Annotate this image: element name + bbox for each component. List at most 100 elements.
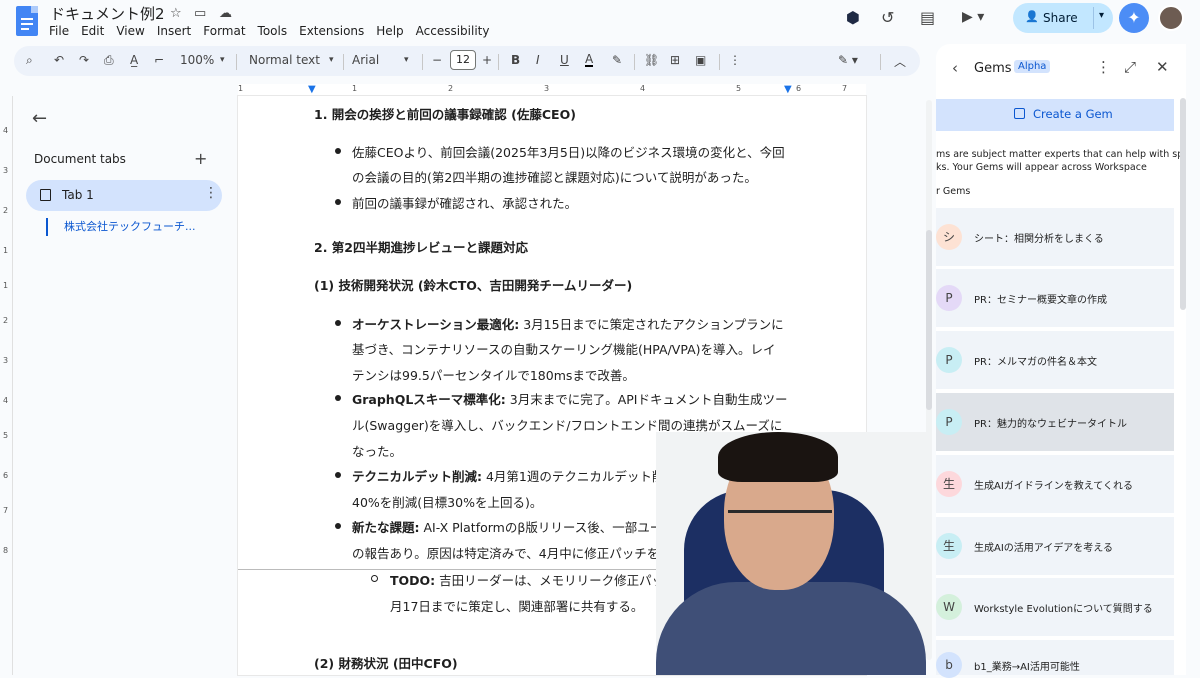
chevron-down-icon: ▾ [329,55,334,65]
gem-item[interactable]: シ シート：相関分析をしまくる [936,208,1174,266]
menu-bar: File Edit View Insert Format Tools Exten… [49,24,501,38]
menu-help[interactable]: Help [376,24,403,38]
menu-accessibility[interactable]: Accessibility [416,24,490,38]
sidebar-tab-1[interactable]: Tab 1 ⋮ [26,180,222,211]
paragraph-line: の報告あり。原因は特定済みで、4月中に修正パッチをリ [352,546,672,561]
redo-icon[interactable]: ↷ [79,53,89,67]
right-indent-marker-icon[interactable]: ▼ [784,84,792,95]
gems-scrollbar[interactable] [1180,98,1186,310]
meet-icon[interactable]: ▶ ▾ [962,9,984,25]
gem-item[interactable]: W Workstyle Evolutionについて質問する [936,578,1174,636]
add-comment-icon[interactable]: ⊞ [670,53,680,67]
paragraph-line: テンシは99.5パーセンタイルで180msまで改善。 [352,368,635,383]
font-select[interactable]: Arial [352,53,379,67]
gem-avatar: 生 [936,471,962,497]
gem-item[interactable]: P PR：魅力的なウェビナータイトル [936,393,1174,451]
spellcheck-icon[interactable]: A̲ [130,53,138,67]
menu-edit[interactable]: Edit [81,24,104,38]
formatting-toolbar: ⌕ ↶ ↷ ⎙ A̲ ⌐ 100% ▾ Normal text ▾ Arial … [14,46,920,76]
share-dropdown-icon[interactable]: ▾ [1099,10,1104,21]
close-icon[interactable]: ✕ [1156,58,1169,76]
indent-marker-icon[interactable]: ▼ [308,84,316,95]
gem-item[interactable]: P PR：セミナー概要文章の作成 [936,269,1174,327]
gem-item[interactable]: P PR：メルマガの件名＆本文 [936,331,1174,389]
document-tabs-sidebar: ← Document tabs + Tab 1 ⋮ 株式会社テックフューチ... [14,96,238,675]
extension-shield-icon[interactable]: ⬢ [846,8,860,27]
gem-item[interactable]: 生 生成AIガイドラインを教えてくれる [936,455,1174,513]
horizontal-ruler[interactable]: 1 1 2 3 4 5 6 7 ▼ ▼ [238,84,866,96]
menu-tools[interactable]: Tools [258,24,288,38]
outline-heading-item[interactable]: 株式会社テックフューチ... [46,218,216,236]
presenter-hair [718,432,838,482]
gem-item[interactable]: 生 生成AIの活用アイデアを考える [936,517,1174,575]
bullet [335,395,341,401]
text-color-icon[interactable]: A [585,53,594,67]
increase-font-size-icon[interactable]: + [482,53,492,67]
gem-avatar: b [936,652,962,678]
add-tab-icon[interactable]: + [194,149,207,168]
ruler-label: 4 [3,126,9,135]
font-size-input[interactable]: 12 [450,50,476,70]
bullet [335,148,341,154]
search-icon[interactable]: ⌕ [26,53,33,68]
ruler-label: 4 [640,84,646,93]
ruler-label: 8 [3,546,9,555]
your-gems-label: r Gems [936,186,971,197]
share-label: Share [1043,11,1078,25]
document-scrollbar[interactable] [926,100,932,660]
gem-name: シート：相関分析をしまくる [974,234,1104,245]
paragraph-line: 新たな課題: AI-X Platformのβ版リリース後、一部ユーザーか [352,520,700,535]
ruler-label: 1 [3,246,9,255]
expand-icon[interactable]: ⤢ [1124,58,1136,76]
presenter-body [656,582,926,675]
more-options-icon[interactable]: ⋮ [729,53,741,67]
gem-avatar: P [936,409,962,435]
gems-panel: ‹ Gems Alpha ⋮ ⤢ ✕ Create a Gem ms are s… [936,44,1186,678]
ruler-label: 3 [544,84,550,93]
print-icon[interactable]: ⎙ [104,53,114,68]
paragraph-style-select[interactable]: Normal text [249,53,320,67]
document-title[interactable]: ドキュメント例2 [50,3,165,24]
highlight-icon[interactable]: ✎ [612,53,622,67]
paragraph-line: 40%を削減(目標30%を上回る)。 [352,495,543,510]
version-history-icon[interactable]: ↺ [881,8,894,27]
comments-icon[interactable]: ▤ [920,8,935,27]
menu-file[interactable]: File [49,24,69,38]
zoom-select[interactable]: 100% [180,53,214,67]
heading-3: (1) 技術開発状況 (鈴木CTO、吉田開発チームリーダー) [314,278,633,293]
docs-logo-icon[interactable] [16,6,38,36]
arrow-back-icon[interactable]: ← [32,108,47,129]
insert-image-icon[interactable]: ▣ [695,53,706,67]
create-gem-button[interactable]: Create a Gem [936,99,1174,131]
menu-format[interactable]: Format [203,24,245,38]
chevron-left-icon[interactable]: ‹ [952,59,958,77]
tab-more-icon[interactable]: ⋮ [204,185,218,201]
menu-extensions[interactable]: Extensions [299,24,364,38]
ruler-label: 3 [3,166,9,175]
gems-title: Gems [974,61,1012,76]
gemini-icon[interactable]: ✦ [1119,3,1149,33]
undo-icon[interactable]: ↶ [54,53,64,67]
decrease-font-size-icon[interactable]: − [432,53,442,67]
cloud-status-icon[interactable]: ☁ [219,6,232,21]
share-button[interactable]: Share 👤 ▾ [1013,3,1113,33]
move-folder-icon[interactable]: ▭ [194,6,206,21]
editing-mode-icon[interactable]: ✎ ▾ [838,53,858,67]
vertical-ruler[interactable]: 4 3 2 1 1 2 3 4 5 6 7 8 [0,96,13,675]
gem-item[interactable]: b b1_業務→AI活用可能性 [936,640,1174,678]
italic-icon[interactable]: I [536,53,540,67]
star-icon[interactable]: ☆ [170,6,182,21]
more-vert-icon[interactable]: ⋮ [1096,58,1111,76]
gem-name: PR：魅力的なウェビナータイトル [974,419,1127,430]
ruler-label: 5 [3,431,9,440]
collapse-toolbar-icon[interactable]: ︿ [894,53,906,70]
gem-name: 生成AIガイドラインを教えてくれる [974,481,1133,492]
menu-insert[interactable]: Insert [157,24,191,38]
menu-view[interactable]: View [116,24,144,38]
bold-icon[interactable]: B [511,53,520,67]
underline-icon[interactable]: U [560,53,569,67]
avatar[interactable] [1158,5,1184,31]
link-icon[interactable]: ⛓ [644,53,659,67]
paint-format-icon[interactable]: ⌐ [154,53,164,67]
ruler-label: 2 [3,316,9,325]
